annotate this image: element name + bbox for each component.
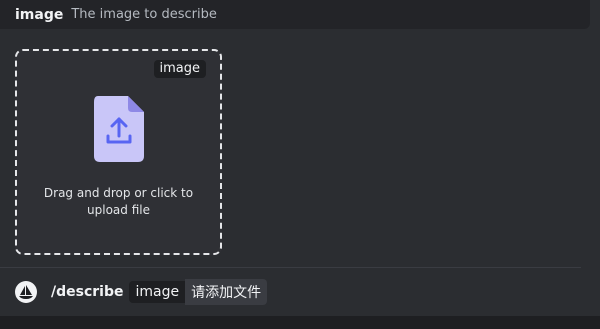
dropzone-instruction-line1: Drag and drop or click to [43, 186, 194, 200]
dropzone-instruction-line2: upload file [87, 203, 150, 217]
describe-command-panel: image The image to describe image Drag a… [0, 0, 600, 329]
option-description: The image to describe [71, 7, 217, 22]
file-upload-icon [94, 96, 144, 162]
command-option-value[interactable]: 请添加文件 [185, 279, 268, 305]
bottom-strip [0, 316, 600, 329]
file-dropzone[interactable]: image Drag and drop or click to upload f… [15, 49, 222, 255]
command-option-name[interactable]: image [129, 281, 186, 303]
midjourney-boat-icon [15, 281, 37, 303]
command-bar[interactable]: /describe image 请添加文件 [0, 272, 600, 312]
dropzone-tag: image [153, 60, 206, 78]
divider [0, 267, 581, 268]
option-name: image [15, 6, 64, 23]
dropzone-instructions: Drag and drop or click to upload file [17, 185, 220, 219]
command-name: /describe [51, 284, 124, 300]
option-header: image The image to describe [0, 0, 590, 29]
